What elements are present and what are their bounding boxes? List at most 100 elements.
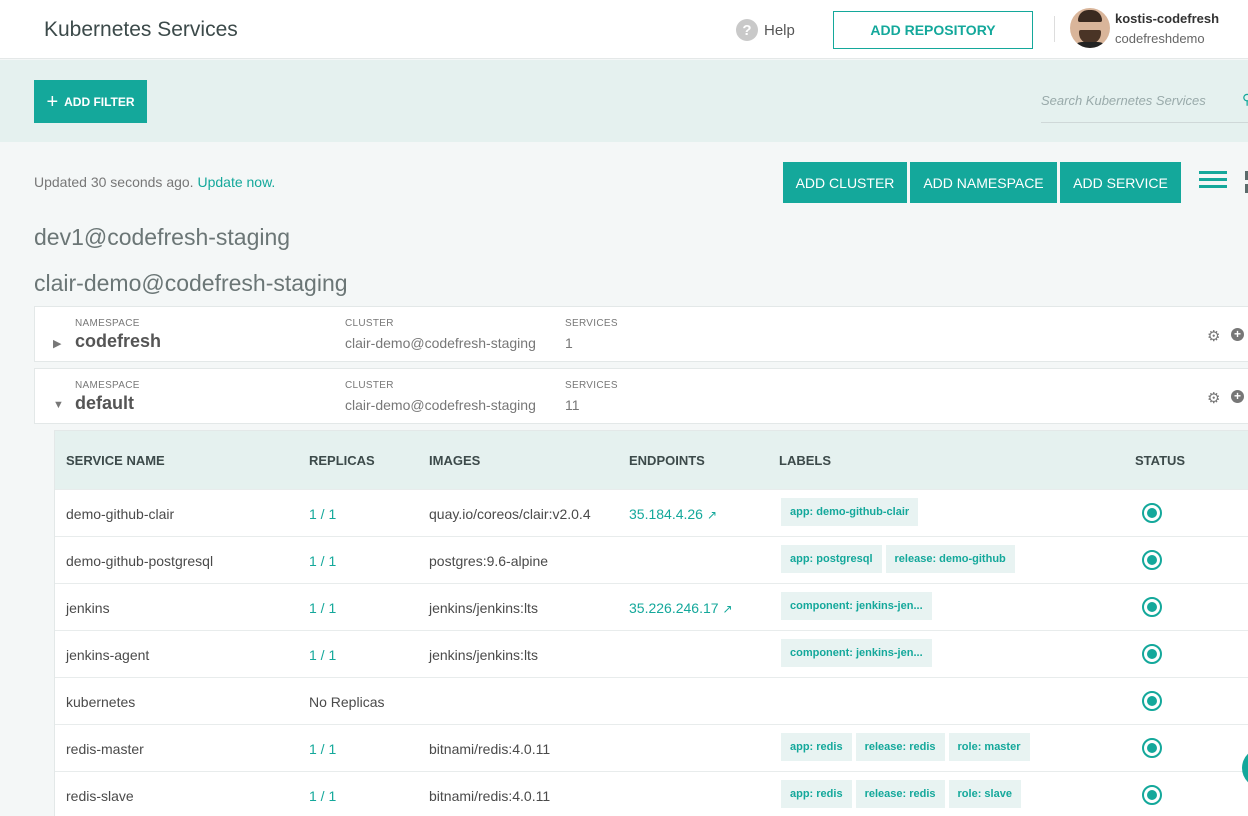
add-filter-label: ADD FILTER xyxy=(64,94,135,109)
add-repository-button[interactable]: ADD REPOSITORY xyxy=(833,11,1033,49)
label-chip: app: postgresql xyxy=(781,545,882,573)
plus-icon: + xyxy=(46,90,59,113)
replicas-link[interactable]: 1 / 1 xyxy=(309,600,336,616)
status-icon xyxy=(1142,644,1162,664)
service-name[interactable]: redis-master xyxy=(66,741,144,757)
service-name[interactable]: jenkins xyxy=(66,600,110,616)
table-row[interactable]: jenkins 1 / 1 jenkins/jenkins:lts 35.226… xyxy=(55,583,1248,630)
image-name: bitnami/redis:4.0.11 xyxy=(429,788,551,804)
image-name: jenkins/jenkins:lts xyxy=(429,600,538,616)
replicas-link[interactable]: 1 / 1 xyxy=(309,647,336,663)
label-chip: release: demo-github xyxy=(885,545,1015,573)
add-circle-icon[interactable]: + xyxy=(1231,390,1244,403)
filter-bar: + ADD FILTER ⚲ xyxy=(0,60,1248,142)
cluster-label: CLUSTER xyxy=(345,380,394,391)
column-header-images[interactable]: IMAGES xyxy=(429,453,480,468)
add-cluster-button[interactable]: ADD CLUSTER xyxy=(783,162,907,203)
column-header-labels[interactable]: LABELS xyxy=(779,453,831,468)
service-name[interactable]: jenkins-agent xyxy=(66,647,149,663)
image-name: quay.io/coreos/clair:v2.0.4 xyxy=(429,506,591,522)
avatar[interactable] xyxy=(1070,8,1110,48)
column-header-service-name[interactable]: SERVICE NAME xyxy=(66,453,165,468)
endpoint-text[interactable]: 35.184.4.26 xyxy=(629,506,703,522)
namespace-name: codefresh xyxy=(75,331,162,351)
label-chip: component: jenkins-jen... xyxy=(781,592,932,620)
top-bar: Kubernetes Services ? Help ADD REPOSITOR… xyxy=(0,0,1248,59)
table-row[interactable]: redis-slave 1 / 1 bitnami/redis:4.0.11 a… xyxy=(55,771,1248,816)
namespace-name: default xyxy=(75,393,135,413)
service-name[interactable]: demo-github-clair xyxy=(66,506,174,522)
image-name: postgres:9.6-alpine xyxy=(429,553,549,569)
status-icon xyxy=(1142,691,1162,711)
service-name[interactable]: kubernetes xyxy=(66,694,135,710)
image-name: bitnami/redis:4.0.11 xyxy=(429,741,551,757)
replicas-link[interactable]: 1 / 1 xyxy=(309,553,336,569)
cluster-title: dev1@codefresh-staging xyxy=(34,224,291,250)
labels-cell: component: jenkins-jen... xyxy=(781,592,932,620)
label-chip: app: redis xyxy=(781,733,852,761)
help-icon: ? xyxy=(736,19,758,41)
search-input[interactable] xyxy=(1041,88,1221,108)
table-row[interactable]: demo-github-postgresql 1 / 1 postgres:9.… xyxy=(55,536,1248,583)
services-table: SERVICE NAME REPLICAS IMAGES ENDPOINTS L… xyxy=(54,430,1248,816)
table-row[interactable]: kubernetes No Replicas xyxy=(55,677,1248,724)
namespace-row[interactable]: ▶ NAMESPACE codefresh CLUSTER clair-demo… xyxy=(34,306,1248,362)
search-icon[interactable]: ⚲ xyxy=(1242,91,1248,108)
caret-down-icon[interactable]: ▼ xyxy=(53,399,64,411)
external-link-icon[interactable]: ↗ xyxy=(723,602,733,616)
add-filter-button[interactable]: + ADD FILTER xyxy=(34,80,147,123)
status-icon xyxy=(1142,550,1162,570)
label-chip: component: jenkins-jen... xyxy=(781,639,932,667)
updated-label: Updated 30 seconds ago. xyxy=(34,174,194,190)
add-circle-icon[interactable]: + xyxy=(1231,328,1244,341)
cluster-label: CLUSTER xyxy=(345,318,394,329)
add-service-button[interactable]: ADD SERVICE xyxy=(1060,162,1181,203)
external-link-icon[interactable]: ↗ xyxy=(707,508,717,522)
add-namespace-button[interactable]: ADD NAMESPACE xyxy=(910,162,1057,203)
replicas-link[interactable]: 1 / 1 xyxy=(309,741,336,757)
column-header-replicas[interactable]: REPLICAS xyxy=(309,453,375,468)
namespace-label: NAMESPACE xyxy=(75,318,140,329)
services-label: SERVICES xyxy=(565,318,618,329)
labels-cell: app: demo-github-clair xyxy=(781,498,919,526)
label-chip: release: redis xyxy=(855,780,945,808)
column-header-endpoints[interactable]: ENDPOINTS xyxy=(629,453,705,468)
labels-cell: app: redis release: redis role: slave xyxy=(781,780,1021,808)
label-chip: role: master xyxy=(948,733,1030,761)
gear-icon[interactable]: ⚙ xyxy=(1207,327,1220,345)
user-name[interactable]: kostis-codefresh xyxy=(1115,11,1219,26)
page-title: Kubernetes Services xyxy=(44,18,238,41)
endpoint-link[interactable]: 35.184.4.26 ↗ xyxy=(629,506,717,522)
caret-right-icon[interactable]: ▶ xyxy=(53,337,61,350)
user-org[interactable]: codefreshdemo xyxy=(1115,31,1205,46)
list-view-icon[interactable] xyxy=(1199,171,1227,195)
namespace-label: NAMESPACE xyxy=(75,380,140,391)
service-name[interactable]: demo-github-postgresql xyxy=(66,553,213,569)
label-chip: app: demo-github-clair xyxy=(781,498,919,526)
table-header: SERVICE NAME REPLICAS IMAGES ENDPOINTS L… xyxy=(55,431,1248,489)
status-icon xyxy=(1142,785,1162,805)
help-link[interactable]: ? Help xyxy=(736,19,795,41)
services-count: 1 xyxy=(565,335,573,351)
update-now-link[interactable]: Update now. xyxy=(197,174,275,190)
endpoint-text[interactable]: 35.226.246.17 xyxy=(629,600,719,616)
namespace-row[interactable]: ▼ NAMESPACE default CLUSTER clair-demo@c… xyxy=(34,368,1248,424)
replicas-link[interactable]: 1 / 1 xyxy=(309,506,336,522)
label-chip: release: redis xyxy=(855,733,945,761)
services-count: 11 xyxy=(565,397,580,413)
label-chip: role: slave xyxy=(948,780,1021,808)
services-label: SERVICES xyxy=(565,380,618,391)
search-box: ⚲ xyxy=(1041,88,1248,123)
replicas-link[interactable]: 1 / 1 xyxy=(309,788,336,804)
gear-icon[interactable]: ⚙ xyxy=(1207,389,1220,407)
table-row[interactable]: jenkins-agent 1 / 1 jenkins/jenkins:lts … xyxy=(55,630,1248,677)
table-row[interactable]: demo-github-clair 1 / 1 quay.io/coreos/c… xyxy=(55,489,1248,536)
column-header-status[interactable]: STATUS xyxy=(1135,453,1185,468)
service-name[interactable]: redis-slave xyxy=(66,788,134,804)
table-row[interactable]: redis-master 1 / 1 bitnami/redis:4.0.11 … xyxy=(55,724,1248,771)
status-icon xyxy=(1142,503,1162,523)
cluster-value: clair-demo@codefresh-staging xyxy=(345,335,536,351)
labels-cell: component: jenkins-jen... xyxy=(781,639,932,667)
image-name: jenkins/jenkins:lts xyxy=(429,647,538,663)
endpoint-link[interactable]: 35.226.246.17 ↗ xyxy=(629,600,733,616)
